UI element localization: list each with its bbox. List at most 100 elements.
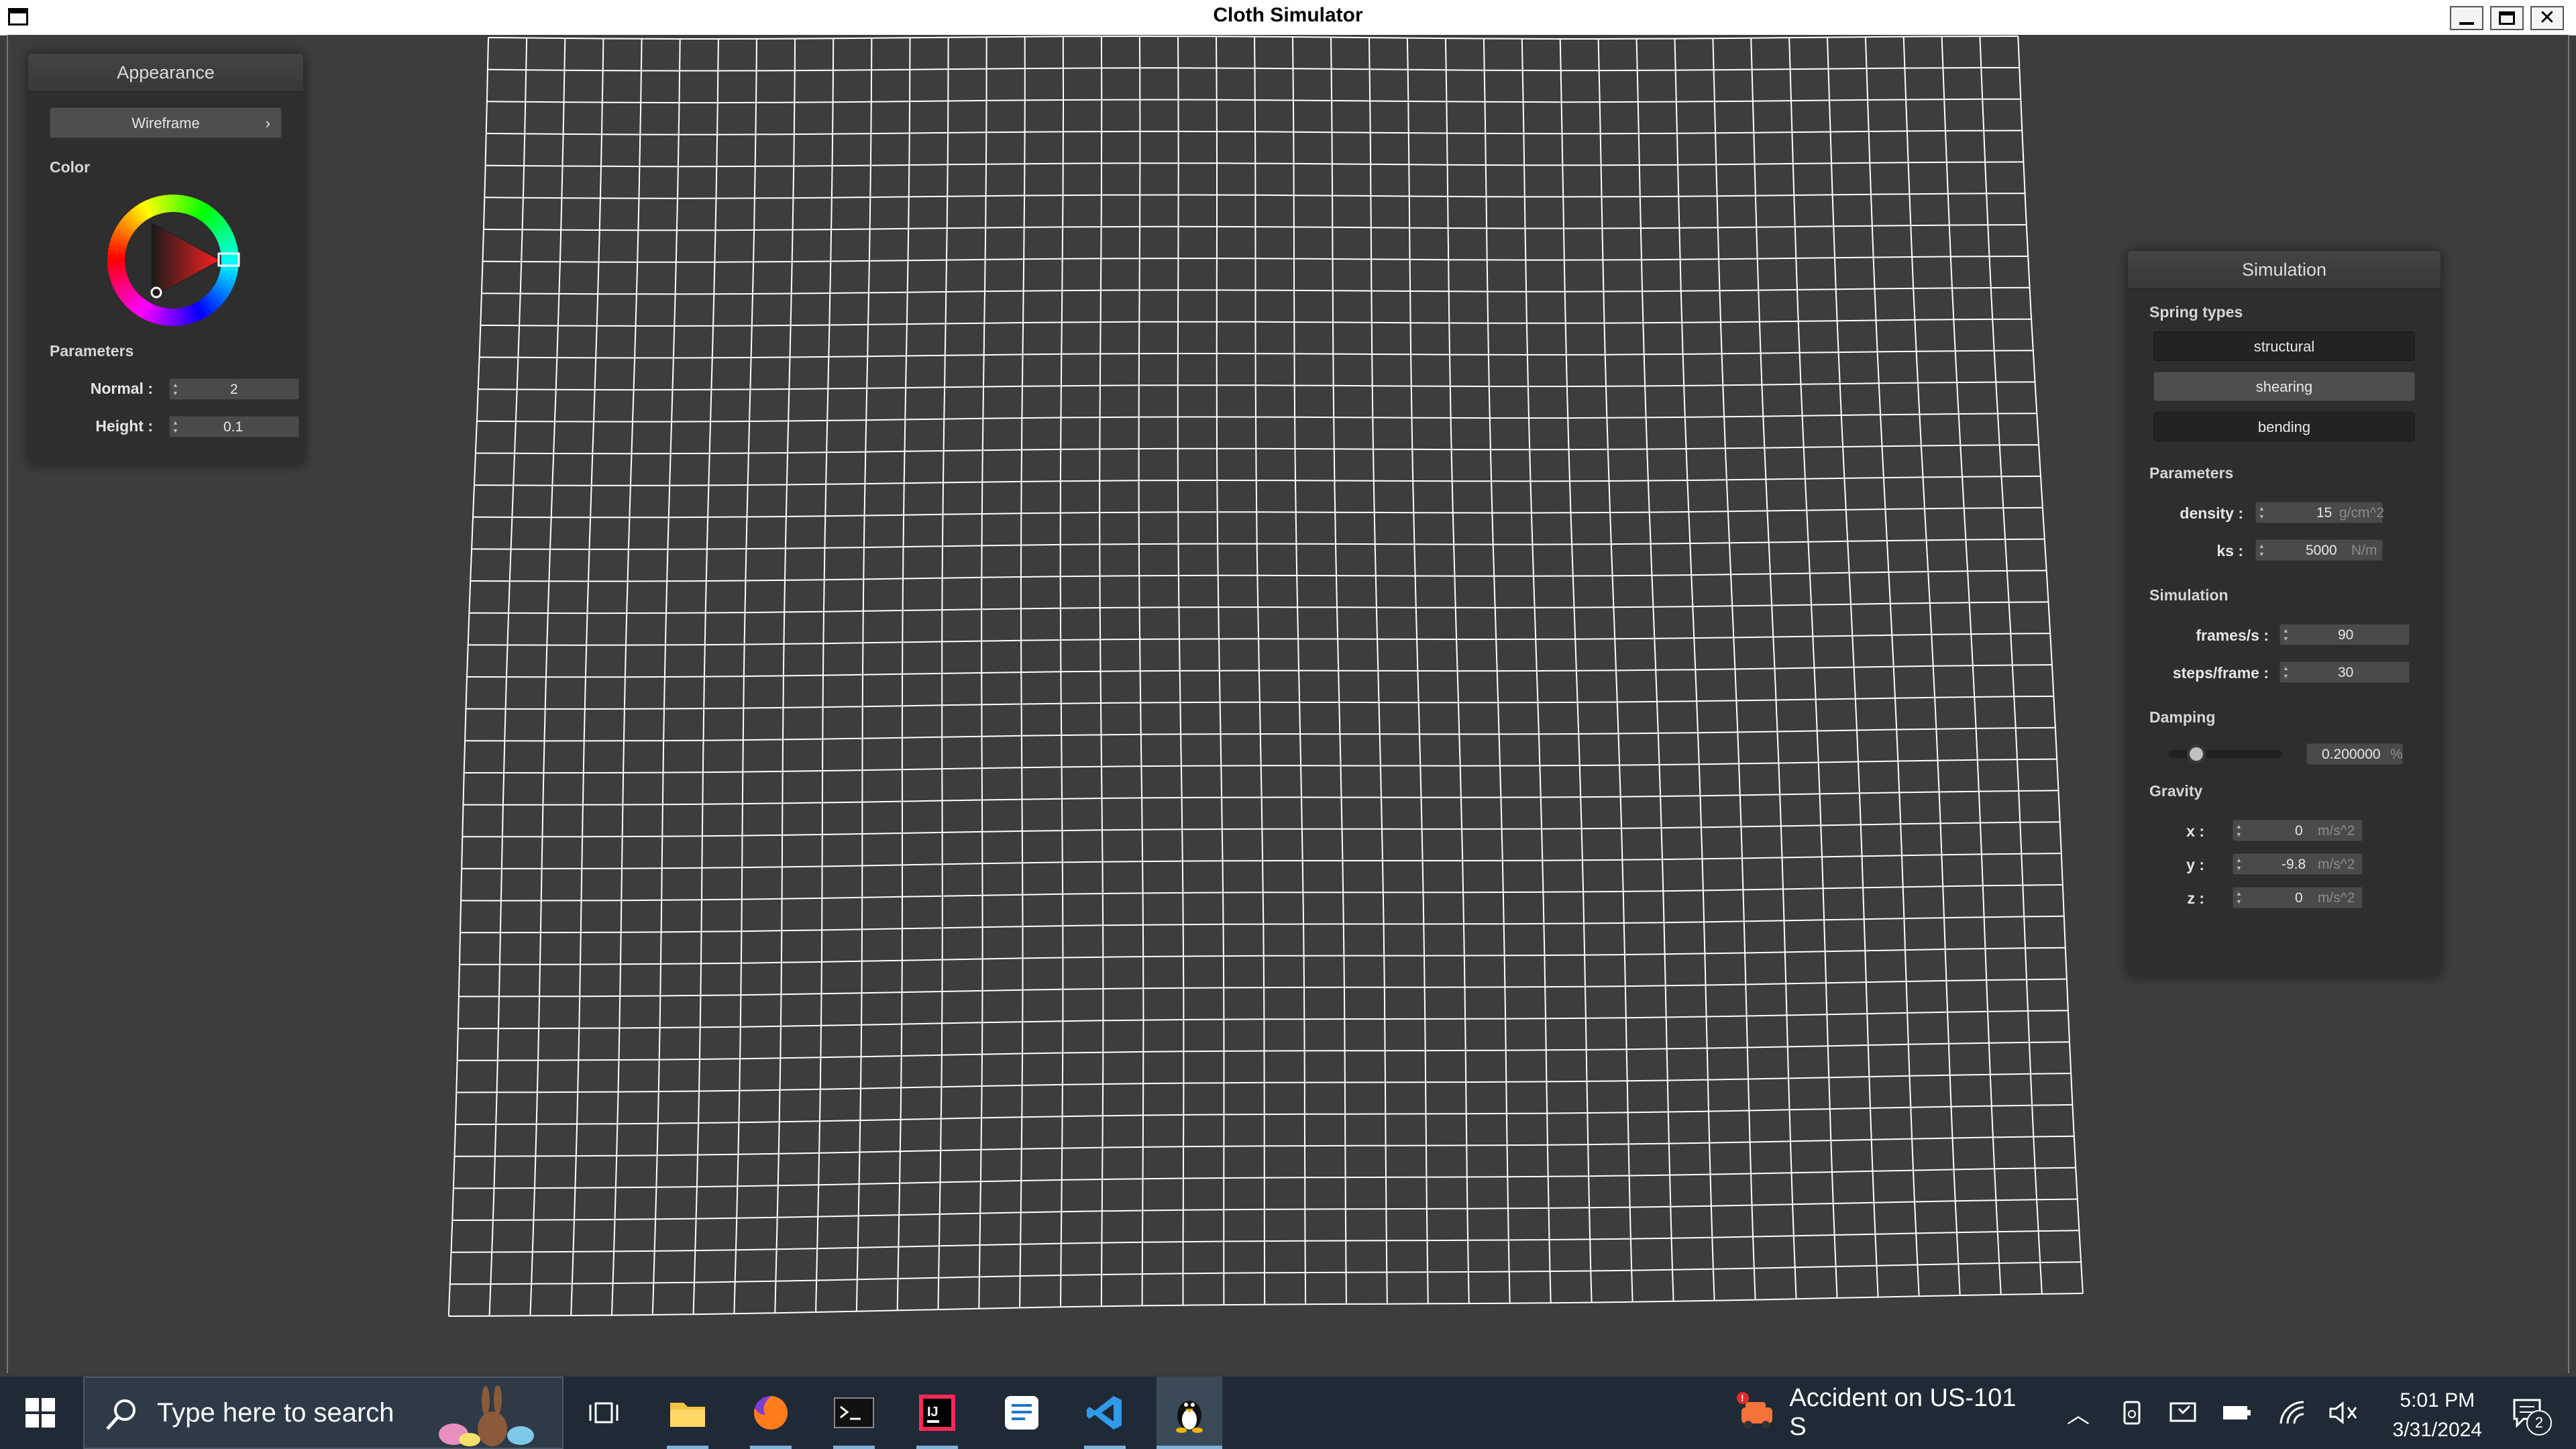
firefox-icon (754, 1396, 788, 1430)
folder-icon (670, 1403, 705, 1427)
frames-per-second-value: 90 (2338, 627, 2354, 643)
spin-arrows-icon[interactable]: ▲ ▼ (2283, 664, 2292, 680)
show-hidden-icons-button[interactable]: ︿ (2059, 1377, 2097, 1449)
notes-app-icon (1005, 1396, 1038, 1430)
meet-now-button[interactable] (2113, 1377, 2151, 1449)
gravity-y-value: -9.8 (2282, 857, 2306, 872)
appearance-parameters-label: Parameters (50, 342, 134, 360)
normal-input[interactable]: ▲ ▼ 2 (169, 378, 299, 400)
intellij-button[interactable]: IJ (907, 1377, 967, 1449)
spin-arrows-icon[interactable]: ▲ ▼ (2236, 890, 2245, 906)
task-view-button[interactable] (577, 1377, 631, 1449)
search-icon (106, 1399, 136, 1430)
height-label: Height : (95, 417, 153, 435)
running-indicator (1084, 1446, 1126, 1449)
terminal-icon (834, 1397, 874, 1428)
firefox-button[interactable] (741, 1377, 801, 1449)
vscode-icon (1087, 1396, 1122, 1430)
cloth-simulator-taskbar-button[interactable] (1157, 1377, 1222, 1449)
damping-label: Damping (2149, 708, 2216, 726)
damping-value: 0.200000 (2322, 747, 2381, 762)
gravity-x-label: x : (2186, 822, 2204, 840)
running-indicator (833, 1446, 875, 1449)
steps-per-frame-input[interactable]: ▲ ▼ 30 (2279, 661, 2410, 683)
appearance-panel: Appearance Wireframe › Color Parameters (28, 54, 303, 464)
gravity-z-value: 0 (2295, 890, 2303, 906)
window-title-bar: Cloth Simulator ✕ (0, 0, 2576, 36)
notes-app-button[interactable] (991, 1377, 1052, 1449)
gravity-z-label: z : (2187, 890, 2204, 907)
start-button[interactable] (0, 1377, 80, 1449)
tux-penguin-icon (1176, 1401, 1203, 1433)
close-icon: ✕ (2538, 7, 2556, 29)
spin-arrows-icon[interactable]: ▲ ▼ (2259, 504, 2268, 521)
ks-label: ks : (2216, 542, 2243, 559)
chevron-right-icon: › (265, 115, 270, 131)
simulation-panel-header[interactable]: Simulation (2128, 251, 2440, 289)
running-indicator (916, 1446, 958, 1449)
gravity-y-input[interactable]: ▲ ▼ -9.8 m/s^2 (2233, 853, 2363, 875)
damping-value-box: 0.200000 % (2306, 743, 2403, 765)
render-mode-dropdown[interactable]: Wireframe › (50, 107, 282, 138)
volume-muted-icon (2329, 1401, 2357, 1425)
spin-arrows-icon[interactable]: ▲ ▼ (172, 419, 182, 435)
running-indicator (667, 1446, 708, 1449)
spin-arrows-icon[interactable]: ▲ ▼ (2259, 542, 2268, 558)
gravity-z-input[interactable]: ▲ ▼ 0 m/s^2 (2233, 887, 2363, 908)
bending-spring-toggle[interactable]: bending (2153, 412, 2415, 441)
density-input[interactable]: ▲ ▼ 15 g/cm^2 (2255, 502, 2384, 523)
simulation-viewport[interactable]: Appearance Wireframe › Color Parameters (7, 35, 2569, 1373)
steps-per-frame-value: 30 (2338, 665, 2354, 680)
shearing-spring-toggle[interactable]: shearing (2153, 372, 2415, 401)
gravity-x-input[interactable]: ▲ ▼ 0 m/s^2 (2233, 820, 2363, 841)
gravity-y-unit: m/s^2 (2318, 857, 2355, 872)
running-indicator (750, 1446, 792, 1449)
easter-decoration-icon (439, 1386, 534, 1446)
news-headline: Accident on US-101 S (1789, 1384, 2017, 1441)
volume-button[interactable] (2325, 1377, 2363, 1449)
device-icon (2123, 1401, 2141, 1425)
frames-per-second-label: frames/s : (2196, 627, 2269, 644)
notification-count-badge: 2 (2526, 1410, 2552, 1436)
window-title: Cloth Simulator (1213, 4, 1363, 26)
vscode-button[interactable] (1075, 1377, 1135, 1449)
task-view-icon (589, 1402, 619, 1424)
minimize-icon (2459, 22, 2474, 25)
security-tray-button[interactable] (2164, 1377, 2202, 1449)
system-clock[interactable]: 5:01 PM 3/31/2024 (2393, 1386, 2482, 1445)
spin-arrows-icon[interactable]: ▲ ▼ (172, 381, 182, 397)
news-widget[interactable]: ! Accident on US-101 S (1735, 1377, 2030, 1449)
damping-slider-track[interactable] (2168, 747, 2282, 761)
clock-date: 3/31/2024 (2392, 1419, 2482, 1441)
simulation-section-label: Simulation (2149, 586, 2229, 604)
network-button[interactable] (2274, 1377, 2312, 1449)
color-section-label: Color (50, 158, 91, 176)
spin-arrows-icon[interactable]: ▲ ▼ (2236, 856, 2245, 872)
file-explorer-button[interactable] (657, 1377, 718, 1449)
damping-slider-handle[interactable] (2190, 747, 2203, 761)
gravity-z-unit: m/s^2 (2318, 890, 2355, 906)
height-input[interactable]: ▲ ▼ 0.1 (169, 416, 299, 437)
gravity-y-label: y : (2186, 856, 2204, 873)
structural-spring-toggle[interactable]: structural (2153, 331, 2415, 361)
appearance-panel-header[interactable]: Appearance (28, 54, 303, 92)
svg-text:IJ: IJ (927, 1405, 938, 1419)
notification-center-button[interactable]: 2 (2496, 1377, 2563, 1449)
ks-input[interactable]: ▲ ▼ 5000 N/m (2255, 539, 2383, 561)
spin-arrows-icon[interactable]: ▲ ▼ (2283, 627, 2292, 643)
color-wheel[interactable] (106, 193, 240, 327)
maximize-button[interactable] (2490, 6, 2524, 30)
taskbar-search-box[interactable]: Type here to search (83, 1377, 564, 1449)
frames-per-second-input[interactable]: ▲ ▼ 90 (2279, 624, 2410, 645)
close-button[interactable]: ✕ (2530, 6, 2564, 30)
battery-icon (2223, 1406, 2251, 1419)
spin-arrows-icon[interactable]: ▲ ▼ (2236, 822, 2245, 839)
normal-label: Normal : (90, 380, 153, 397)
ks-unit: N/m (2351, 543, 2377, 558)
minimize-button[interactable] (2450, 6, 2483, 30)
windows-logo-icon (25, 1398, 55, 1428)
chevron-up-icon: ︿ (2067, 1402, 2090, 1428)
height-value: 0.1 (223, 419, 244, 435)
terminal-button[interactable] (824, 1377, 884, 1449)
battery-button[interactable] (2218, 1377, 2255, 1449)
